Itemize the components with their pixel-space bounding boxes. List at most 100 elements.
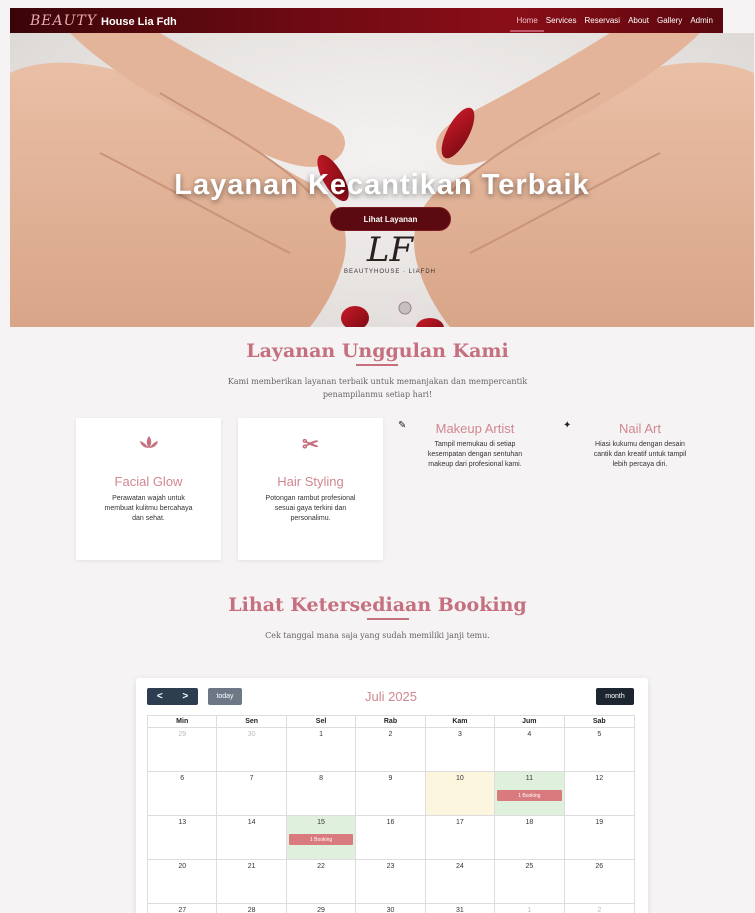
booking-event[interactable]: 1 Booking (288, 834, 354, 845)
booking-event[interactable]: 1 Booking (497, 790, 562, 801)
service-card-desc: Potongan rambut profesional sesuai gaya … (248, 494, 373, 524)
nav-link-gallery[interactable]: Gallery (657, 8, 682, 33)
desc-line: membuat kulitmu bercahaya (104, 505, 193, 512)
service-desc: Tampil memukau di setiap kesempatan deng… (405, 440, 545, 470)
calendar-day-cell[interactable]: 20 (148, 860, 218, 903)
day-number: 7 (249, 775, 254, 782)
nav-link-about[interactable]: About (628, 8, 649, 33)
lotus-icon (76, 434, 221, 455)
brand-name: House Lia Fdh (101, 15, 177, 28)
day-header: Kam (426, 716, 496, 727)
calendar-day-cell[interactable]: 30 (356, 904, 426, 913)
day-header: Rab (356, 716, 426, 727)
services-subtitle-line1: Kami memberikan layanan terbaik untuk me… (227, 377, 528, 386)
day-number: 28 (247, 907, 256, 913)
calendar-week-row: 29 30 1 2 3 4 5 (147, 727, 635, 771)
calendar-day-cell[interactable]: 11 1 Booking (495, 772, 565, 815)
day-number: 11 (525, 775, 533, 782)
calendar-week-row: 27 28 29 30 31 1 2 (147, 903, 635, 913)
hero-logo: LF BEAUTYHOUSE · LIAFDH (335, 231, 445, 275)
day-number: 30 (386, 907, 395, 913)
nav-link-admin[interactable]: Admin (690, 8, 713, 33)
calendar-day-cell[interactable]: 7 (217, 772, 287, 815)
calendar-day-cell[interactable]: 25 (495, 860, 565, 903)
day-number: 19 (595, 819, 604, 826)
calendar-day-cell[interactable]: 4 (495, 728, 565, 771)
desc-line: personalimu. (290, 515, 331, 522)
calendar-day-cell[interactable]: 14 (217, 816, 287, 859)
day-number: 1 (319, 731, 324, 738)
calendar-day-cell[interactable]: 29 (287, 904, 357, 913)
nav-link-reservasi[interactable]: Reservasi (584, 8, 620, 33)
calendar-day-cell[interactable]: 2 (565, 904, 634, 913)
calendar-day-cell[interactable]: 13 (148, 816, 218, 859)
navbar: BEAUTY House Lia Fdh Home Services Reser… (10, 8, 723, 33)
calendar-day-cell[interactable]: 10 (425, 772, 496, 815)
service-card-desc: Perawatan wajah untuk membuat kulitmu be… (86, 494, 211, 524)
nav-link-home[interactable]: Home (510, 8, 545, 33)
view-services-button[interactable]: Lihat Layanan (330, 207, 451, 231)
calendar-day-cell[interactable]: 21 (217, 860, 287, 903)
desc-line: lebih percaya diri. (612, 461, 668, 468)
day-number: 22 (317, 863, 325, 870)
calendar-day-cell[interactable]: 27 (148, 904, 218, 913)
calendar-day-cell[interactable]: 3 (426, 728, 496, 771)
desc-line: kesempatan dengan sentuhan (427, 451, 523, 458)
nav-link-services[interactable]: Services (546, 8, 577, 33)
day-number: 20 (178, 863, 187, 870)
day-number: 21 (247, 863, 256, 870)
calendar-day-cell[interactable]: 31 (426, 904, 496, 913)
calendar-day-cell[interactable]: 24 (426, 860, 496, 903)
calendar-day-cell[interactable]: 22 (287, 860, 357, 903)
service-nail-art[interactable]: Nail Art Hiasi kukumu dengan desain cant… (570, 421, 710, 470)
scissors-icon: ✂ (302, 434, 319, 456)
calendar-day-cell[interactable]: 23 (356, 860, 426, 903)
brand-logo[interactable]: BEAUTY House Lia Fdh (30, 13, 177, 29)
service-card-hair[interactable]: ✂ Hair Styling Potongan rambut profesion… (238, 418, 383, 560)
services-subtitle-line2: penampilanmu setiap hari! (322, 390, 433, 399)
calendar-day-cell[interactable]: 1 (287, 728, 357, 771)
day-number: 2 (597, 907, 602, 913)
services-title-underline (356, 364, 398, 366)
logo-text: BEAUTYHOUSE · LIAFDH (343, 269, 436, 275)
day-header: Sen (217, 716, 287, 727)
calendar-day-cell[interactable]: 1 (495, 904, 565, 913)
service-card-title: Hair Styling (277, 474, 344, 489)
service-makeup[interactable]: Makeup Artist Tampil memukau di setiap k… (405, 421, 545, 470)
calendar-day-cell[interactable]: 15 1 Booking (286, 816, 357, 859)
calendar-day-cell[interactable]: 17 (426, 816, 496, 859)
month-view-button[interactable]: month (596, 688, 634, 705)
calendar-day-cell[interactable]: 19 (565, 816, 634, 859)
calendar-day-cell[interactable]: 8 (287, 772, 357, 815)
calendar-day-cell[interactable]: 12 (565, 772, 634, 815)
day-number: 4 (527, 731, 532, 738)
hero-banner: Layanan Kecantikan Terbaik Lihat Layanan… (10, 33, 754, 327)
calendar-week-row: 6 7 8 9 10 11 1 Booking 12 (147, 771, 635, 815)
calendar-day-cell[interactable]: 28 (217, 904, 287, 913)
calendar-day-cell[interactable]: 6 (148, 772, 218, 815)
desc-line: Hiasi kukumu dengan desain (595, 441, 685, 448)
service-card-title: Facial Glow (114, 474, 183, 489)
day-number: 29 (178, 731, 187, 738)
brand-script: BEAUTY (30, 12, 97, 29)
nav-links: Home Services Reservasi About Gallery Ad… (510, 8, 713, 33)
calendar-day-cell[interactable]: 9 (356, 772, 426, 815)
calendar-day-cell[interactable]: 26 (565, 860, 634, 903)
calendar-week-row: 13 14 15 1 Booking 16 17 18 19 (147, 815, 635, 859)
day-number: 29 (317, 907, 325, 913)
calendar-day-cell[interactable]: 5 (565, 728, 634, 771)
service-title: Nail Art (619, 421, 661, 436)
hero-title: Layanan Kecantikan Terbaik (174, 169, 590, 201)
calendar-day-cell[interactable]: 18 (495, 816, 565, 859)
desc-line: Perawatan wajah untuk (112, 495, 185, 502)
calendar-title: Juli 2025 (364, 689, 418, 704)
calendar-day-cell[interactable]: 16 (356, 816, 426, 859)
service-card-facial[interactable]: Facial Glow Perawatan wajah untuk membua… (76, 418, 221, 560)
calendar-day-cell[interactable]: 2 (356, 728, 426, 771)
calendar-toolbar: < > today Juli 2025 month (147, 688, 635, 706)
day-number: 30 (247, 731, 256, 738)
day-number: 15 (317, 819, 325, 826)
calendar-day-cell[interactable]: 30 (217, 728, 287, 771)
calendar-day-cell[interactable]: 29 (148, 728, 218, 771)
day-number: 31 (456, 907, 464, 913)
